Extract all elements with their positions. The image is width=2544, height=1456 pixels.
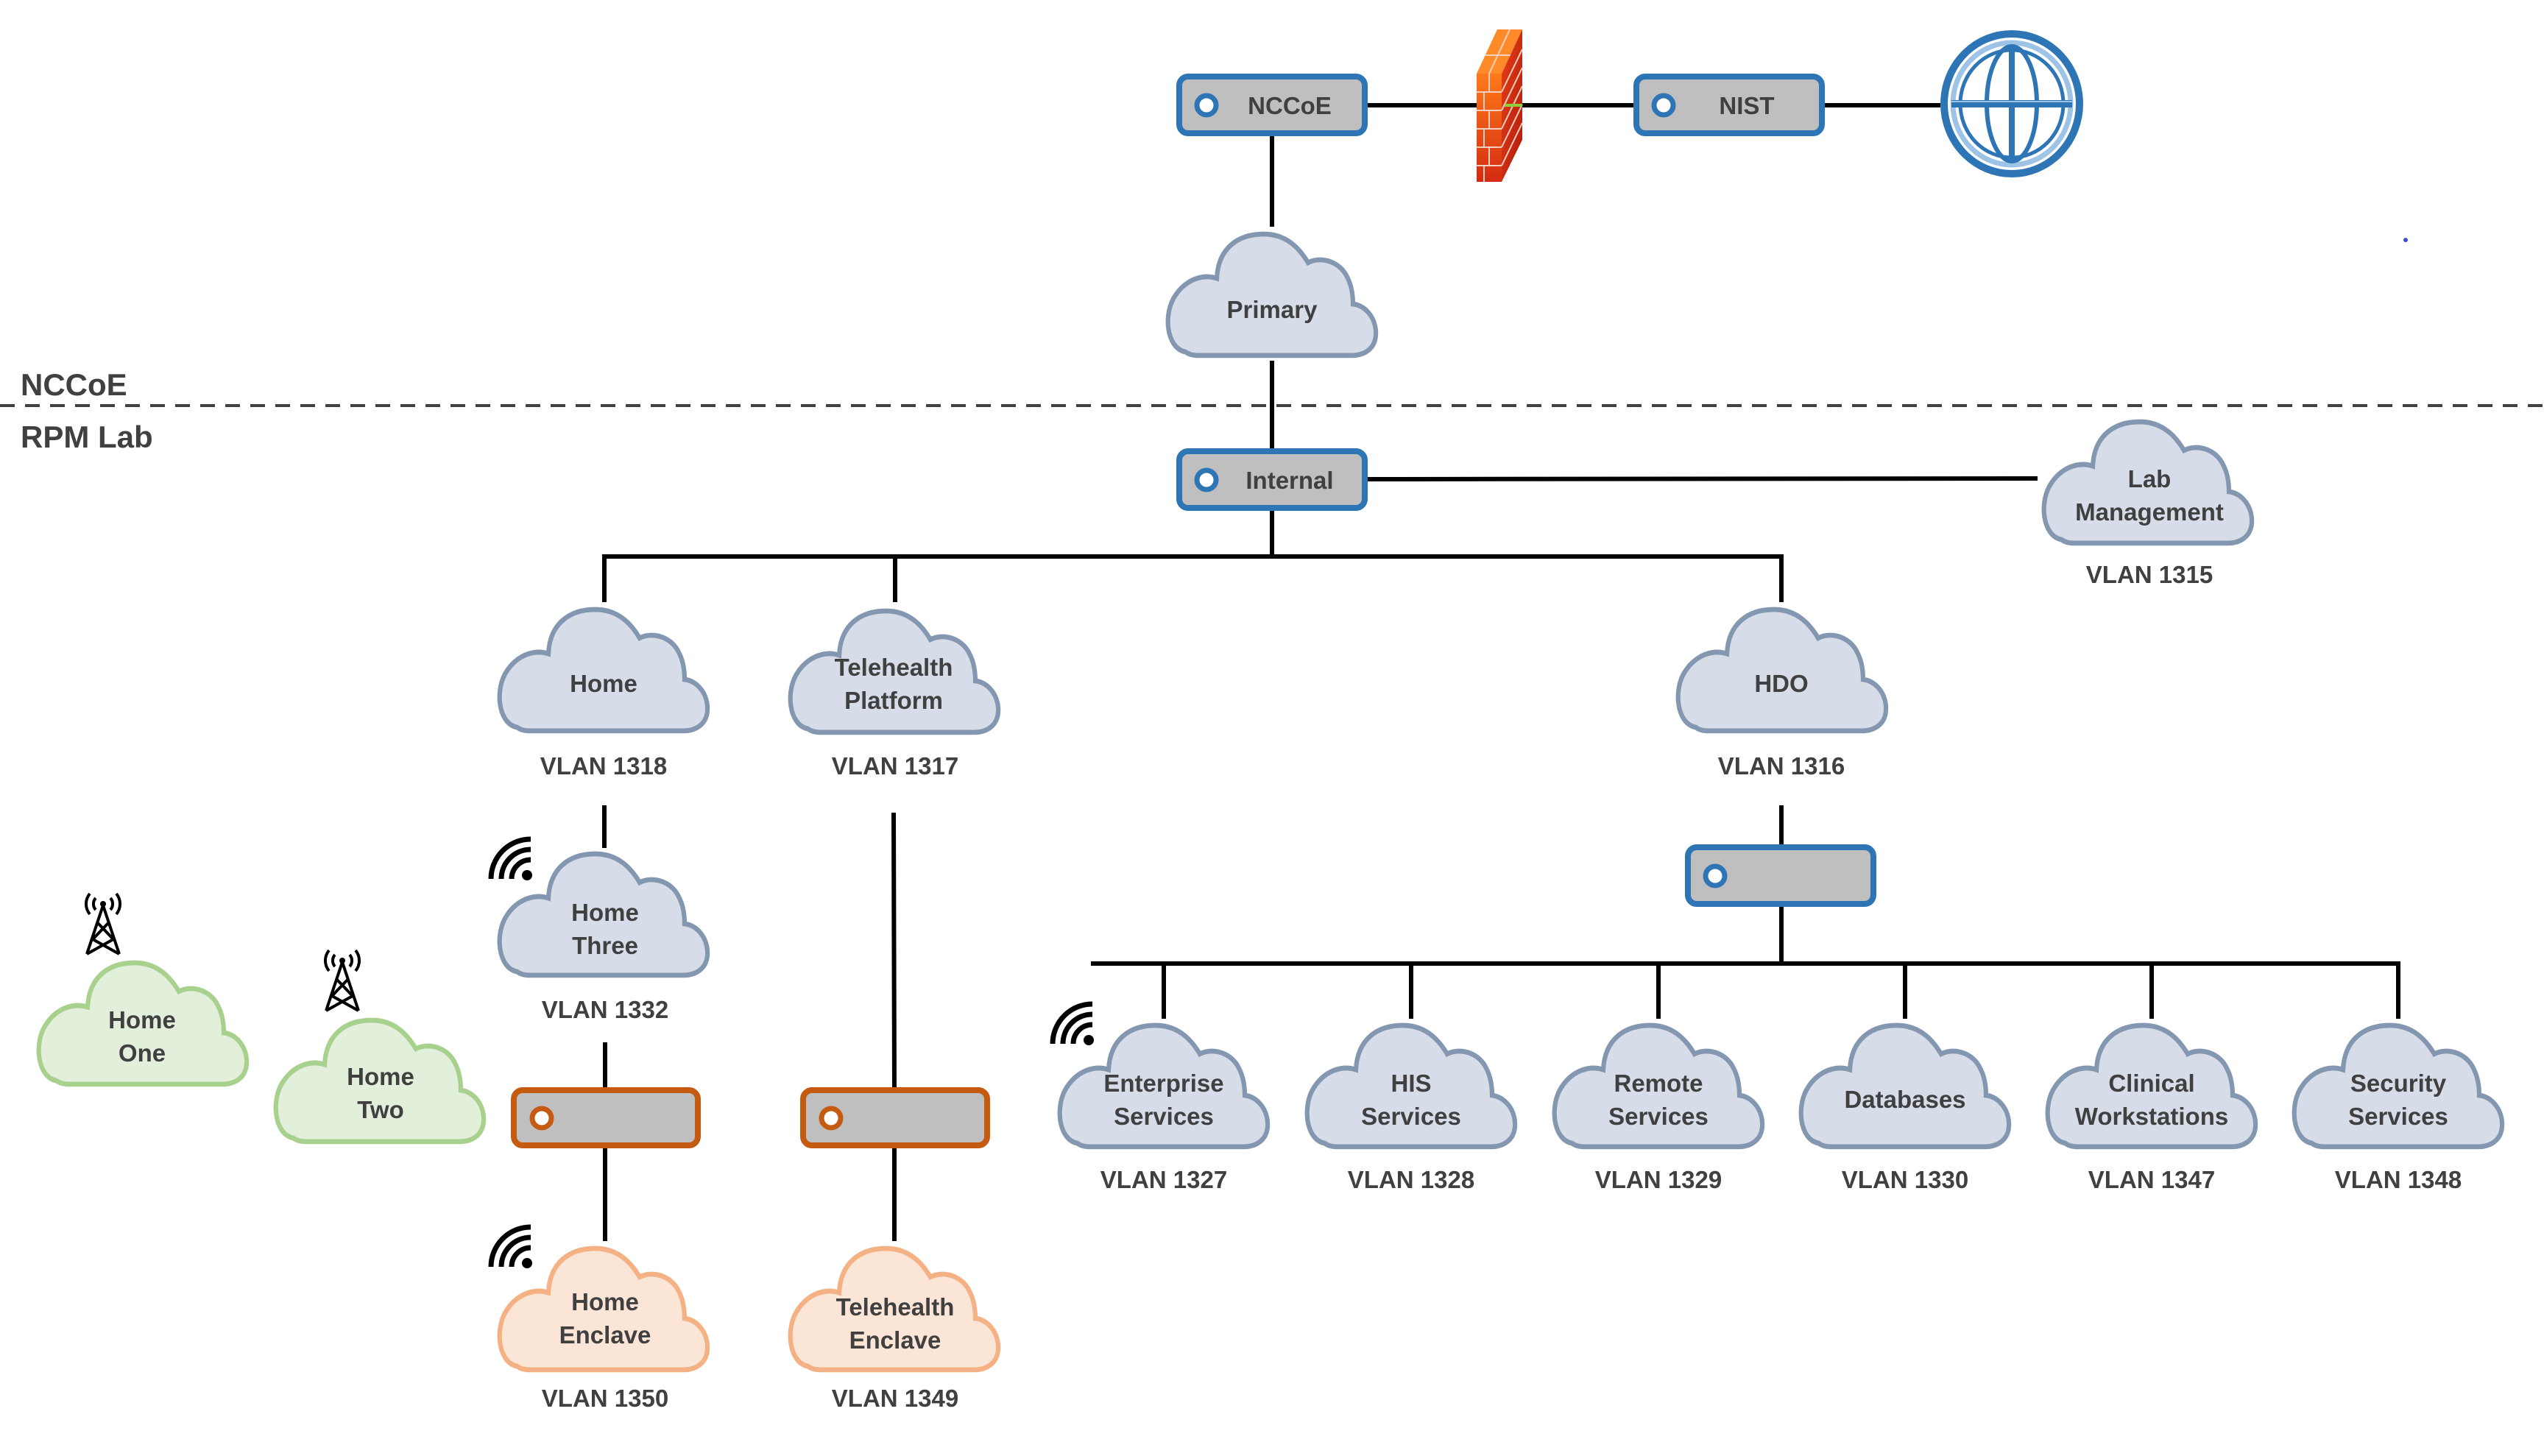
clinical-workstations-label-line2: Workstations — [2075, 1103, 2228, 1130]
databases-vlan: VLAN 1330 — [1842, 1166, 1968, 1193]
router-port-icon — [1703, 863, 1728, 888]
stray-dot — [2403, 238, 2408, 242]
router-hdo[interactable] — [1685, 844, 1876, 907]
hdo-label: HDO — [1754, 670, 1808, 697]
telehealth-enclave-label-line2: Enclave — [849, 1326, 941, 1354]
link-internal-labmgmt — [1365, 476, 2038, 481]
cell-tower-icon — [323, 949, 361, 1012]
home-three-label-line2: Three — [572, 932, 638, 959]
lab-management-label-line2: Management — [2075, 498, 2224, 526]
enterprise-services-label-line2: Services — [1114, 1103, 1214, 1130]
home-label: Home — [570, 670, 637, 697]
remote-services-label-line2: Services — [1608, 1103, 1709, 1130]
home-vlan: VLAN 1318 — [540, 752, 667, 780]
security-services-label-line2: Services — [2348, 1103, 2448, 1130]
network-diagram: NCCoE RPM Lab NCCoE NIST Internal Primar… — [0, 29, 2544, 1412]
router-label: NIST — [1719, 92, 1774, 119]
home-one-label-line1: Home — [108, 1006, 176, 1033]
hdo-vlan: VLAN 1316 — [1718, 752, 1845, 780]
hdo-subnets: Enterprise Services VLAN 1327 HIS Services VL… — [1060, 1025, 2502, 1193]
home-enclave-label-line2: Enclave — [559, 1321, 651, 1349]
router-port-icon — [1194, 467, 1219, 492]
home-enclave-vlan: VLAN 1350 — [542, 1385, 668, 1412]
lab-management-label-line1: Lab — [2128, 465, 2172, 492]
router-internal[interactable]: Internal — [1176, 448, 1368, 511]
router-port-icon — [529, 1106, 554, 1131]
router-port-icon — [1651, 93, 1676, 118]
router-telehealth-enclave[interactable] — [800, 1087, 990, 1148]
security-services-vlan: VLAN 1348 — [2335, 1166, 2462, 1193]
his-services-vlan: VLAN 1328 — [1348, 1166, 1474, 1193]
router-port-icon — [819, 1106, 844, 1131]
router-nccoe[interactable]: NCCoE — [1176, 74, 1368, 136]
home-three-label-line1: Home — [571, 899, 639, 926]
firewall-icon — [1477, 29, 1523, 182]
clinical-workstations-vlan: VLAN 1347 — [2088, 1166, 2215, 1193]
enterprise-services-vlan: VLAN 1327 — [1100, 1166, 1227, 1193]
telehealth-enclave-label-line1: Telehealth — [836, 1293, 955, 1321]
home-two-label-line1: Home — [347, 1063, 414, 1090]
remote-services-vlan: VLAN 1329 — [1595, 1166, 1722, 1193]
home-enclave-label-line1: Home — [571, 1288, 639, 1315]
databases-label: Databases — [1844, 1086, 1965, 1113]
telehealth-platform-vlan: VLAN 1317 — [832, 752, 958, 780]
zone-label-nccoe: NCCoE — [21, 367, 127, 402]
his-services-label-line2: Services — [1361, 1103, 1461, 1130]
router-nist[interactable]: NIST — [1633, 74, 1825, 136]
telehealth-platform-label-line1: Telehealth — [835, 654, 953, 681]
router-home-enclave[interactable] — [511, 1087, 701, 1148]
wifi-icon — [488, 836, 532, 880]
wifi-icon — [1050, 1001, 1094, 1045]
cloud-primary-label: Primary — [1227, 296, 1318, 323]
home-two-label-line2: Two — [357, 1096, 404, 1123]
security-services-label-line1: Security — [2350, 1070, 2447, 1097]
telehealth-enclave-vlan: VLAN 1349 — [832, 1385, 958, 1412]
his-services-label-line1: HIS — [1391, 1070, 1431, 1097]
lab-management-vlan: VLAN 1315 — [2086, 561, 2213, 588]
enterprise-services-label-line1: Enterprise — [1103, 1070, 1223, 1097]
router-label: NCCoE — [1248, 92, 1332, 119]
telehealth-platform-label-line2: Platform — [844, 687, 943, 714]
zone-label-rpm-lab: RPM Lab — [21, 420, 153, 454]
home-three-vlan: VLAN 1332 — [542, 996, 668, 1023]
internet-globe-icon — [1940, 30, 2083, 177]
remote-services-label-line1: Remote — [1614, 1070, 1703, 1097]
cloud-primary[interactable] — [1168, 234, 1376, 356]
router-port-icon — [1194, 93, 1219, 118]
cell-tower-icon — [84, 892, 122, 955]
router-label: Internal — [1246, 467, 1333, 494]
clinical-workstations-label-line1: Clinical — [2108, 1070, 2194, 1097]
home-one-label-line2: One — [119, 1039, 166, 1067]
wifi-icon — [488, 1224, 532, 1268]
